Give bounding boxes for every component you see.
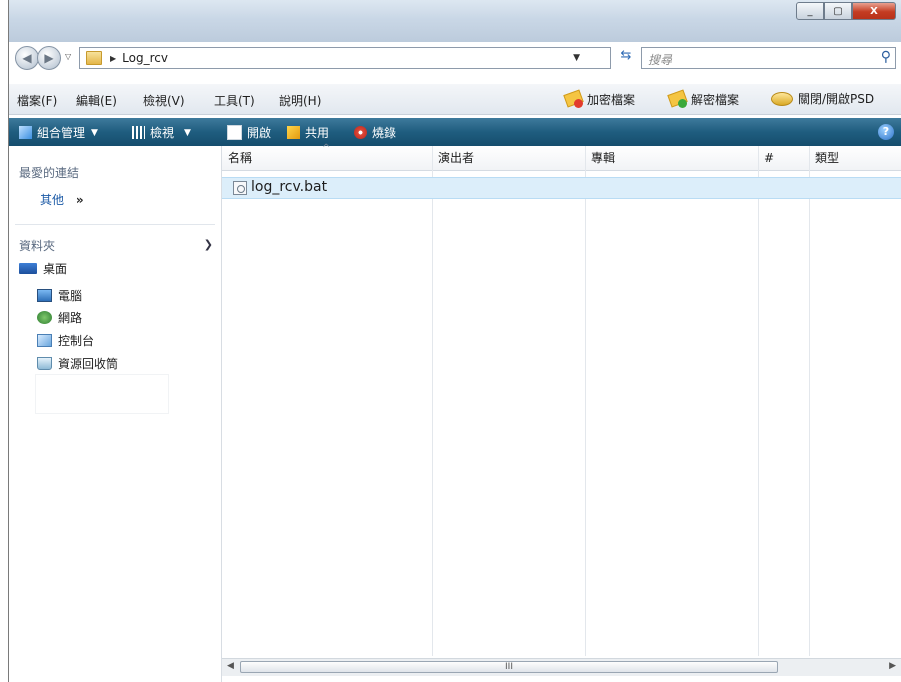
help-icon[interactable]: ? — [878, 124, 894, 140]
column-divider[interactable] — [432, 146, 433, 656]
forward-arrow-icon: ▶ — [44, 51, 54, 65]
explorer-window: _ ▢ X ◀ ▶ ▽ ▶ Log_rcv ▼ ⇆ 搜尋 ⚲ 檔案(F) 編輯(… — [8, 0, 901, 682]
search-icon[interactable]: ⚲ — [881, 49, 891, 65]
back-arrow-icon: ◀ — [22, 51, 32, 65]
burn-button[interactable]: 燒錄 — [354, 124, 396, 141]
scroll-right-icon[interactable]: ▶ — [889, 661, 896, 671]
command-bar: 組合管理 ▼ 檢視 ▼ 開啟 共用 燒錄 ? — [9, 118, 901, 146]
folders-heading[interactable]: 資料夾 — [19, 237, 55, 254]
column-album[interactable]: 專輯 — [585, 146, 758, 170]
tree-item-desktop[interactable]: 桌面 — [19, 260, 67, 277]
more-links-button[interactable]: 其他 » — [40, 191, 84, 208]
back-button[interactable]: ◀ — [15, 46, 39, 70]
column-type[interactable]: 類型 — [809, 146, 901, 170]
share-button[interactable]: 共用 — [287, 124, 329, 141]
encrypt-file-label: 加密檔案 — [587, 92, 636, 107]
chevron-down-icon: ▼ — [91, 127, 98, 138]
navigation-bar: ◀ ▶ ▽ ▶ Log_rcv ▼ ⇆ 搜尋 ⚲ — [9, 44, 901, 72]
encrypt-icon — [563, 89, 584, 108]
menu-view[interactable]: 檢視(V) — [143, 92, 185, 109]
maximize-button[interactable]: ▢ — [824, 2, 852, 20]
share-label: 共用 — [305, 126, 330, 140]
file-row[interactable]: log_rcv.bat — [222, 177, 901, 199]
column-artist[interactable]: 演出者 — [432, 146, 585, 170]
column-divider[interactable] — [758, 146, 759, 656]
more-links-label: 其他 — [40, 193, 65, 207]
organize-icon — [19, 126, 32, 139]
computer-icon — [37, 289, 52, 302]
title-bar: _ ▢ X — [9, 0, 901, 42]
double-chevron-icon: » — [75, 193, 84, 207]
folder-icon — [86, 51, 102, 65]
tree-item-recycle-bin[interactable]: 資源回收筒 — [37, 355, 118, 372]
network-icon — [37, 311, 52, 324]
breadcrumb-arrow-icon[interactable]: ▶ — [110, 54, 116, 63]
control-panel-icon — [37, 334, 52, 347]
views-label: 檢視 — [150, 126, 175, 140]
scroll-left-icon[interactable]: ◀ — [227, 661, 234, 671]
tree-item-label: 電腦 — [58, 289, 83, 303]
menu-file[interactable]: 檔案(F) — [17, 92, 57, 109]
tree-item-network[interactable]: 網路 — [37, 309, 82, 326]
divider — [15, 224, 215, 225]
encrypt-file-button[interactable]: 加密檔案 — [563, 89, 636, 108]
psd-icon — [771, 91, 793, 106]
navigation-pane: 最愛的連結 其他 » 資料夾 ❯ 桌面 電腦 網路 控制台 資源回收筒 — [9, 146, 222, 682]
tree-item-label: 桌面 — [43, 262, 68, 276]
desktop-icon — [19, 263, 37, 274]
tree-item-label: 控制台 — [58, 334, 95, 348]
burn-disc-icon — [354, 126, 367, 139]
recent-pages-dropdown[interactable]: ▽ — [65, 52, 71, 61]
search-placeholder: 搜尋 — [648, 53, 673, 67]
favorite-links-heading: 最愛的連結 — [19, 166, 80, 180]
search-box[interactable]: 搜尋 ⚲ — [641, 47, 896, 69]
organize-button[interactable]: 組合管理 ▼ — [19, 124, 98, 141]
minimize-button[interactable]: _ — [796, 2, 824, 20]
organize-label: 組合管理 — [37, 126, 86, 140]
menu-bar: 檔案(F) 編輯(E) 檢視(V) 工具(T) 說明(H) 加密檔案 解密檔案 … — [9, 84, 901, 115]
views-icon — [132, 126, 145, 139]
toggle-psd-button[interactable]: 關閉/開啟PSD — [771, 90, 874, 107]
blank-area — [35, 374, 169, 414]
column-divider[interactable] — [585, 146, 586, 656]
column-header: ^ 名稱 演出者 專輯 # 類型 — [222, 143, 901, 171]
burn-label: 燒錄 — [372, 126, 397, 140]
toggle-psd-label: 關閉/開啟PSD — [798, 92, 875, 106]
menu-help[interactable]: 說明(H) — [279, 92, 321, 109]
address-path[interactable]: Log_rcv — [122, 51, 168, 65]
close-button[interactable]: X — [852, 2, 896, 20]
file-list: ^ 名稱 演出者 專輯 # 類型 log_rcv.bat ◀ III ▶ — [222, 143, 901, 682]
decrypt-file-button[interactable]: 解密檔案 — [667, 89, 740, 108]
menu-edit[interactable]: 編輯(E) — [76, 92, 117, 109]
address-dropdown-icon[interactable]: ▼ — [573, 53, 580, 63]
window-controls: _ ▢ X — [796, 2, 896, 20]
menu-tools[interactable]: 工具(T) — [214, 92, 255, 109]
refresh-icon[interactable]: ⇆ — [615, 48, 637, 68]
tree-item-computer[interactable]: 電腦 — [37, 287, 82, 304]
views-button[interactable]: 檢視 ▼ — [132, 124, 191, 141]
column-divider[interactable] — [809, 146, 810, 656]
open-label: 開啟 — [247, 126, 272, 140]
decrypt-file-label: 解密檔案 — [691, 92, 740, 107]
address-bar[interactable]: ▶ Log_rcv ▼ — [79, 47, 611, 69]
scrollbar-thumb[interactable]: III — [240, 661, 778, 673]
document-icon — [227, 125, 242, 140]
forward-button[interactable]: ▶ — [37, 46, 61, 70]
chevron-down-icon[interactable]: ❯ — [204, 238, 213, 251]
chevron-down-icon: ▼ — [184, 127, 191, 138]
file-name[interactable]: log_rcv.bat — [251, 179, 327, 195]
tree-item-control-panel[interactable]: 控制台 — [37, 332, 94, 349]
horizontal-scrollbar[interactable]: ◀ III ▶ — [222, 658, 901, 676]
column-name[interactable]: 名稱 — [222, 146, 432, 170]
share-icon — [287, 126, 300, 139]
decrypt-icon — [667, 89, 688, 108]
status-area — [222, 676, 901, 682]
column-track-number[interactable]: # — [758, 146, 809, 170]
recycle-bin-icon — [37, 357, 52, 370]
batch-file-icon — [233, 181, 247, 195]
tree-item-label: 資源回收筒 — [58, 357, 119, 371]
open-button[interactable]: 開啟 — [227, 124, 271, 141]
tree-item-label: 網路 — [58, 311, 83, 325]
